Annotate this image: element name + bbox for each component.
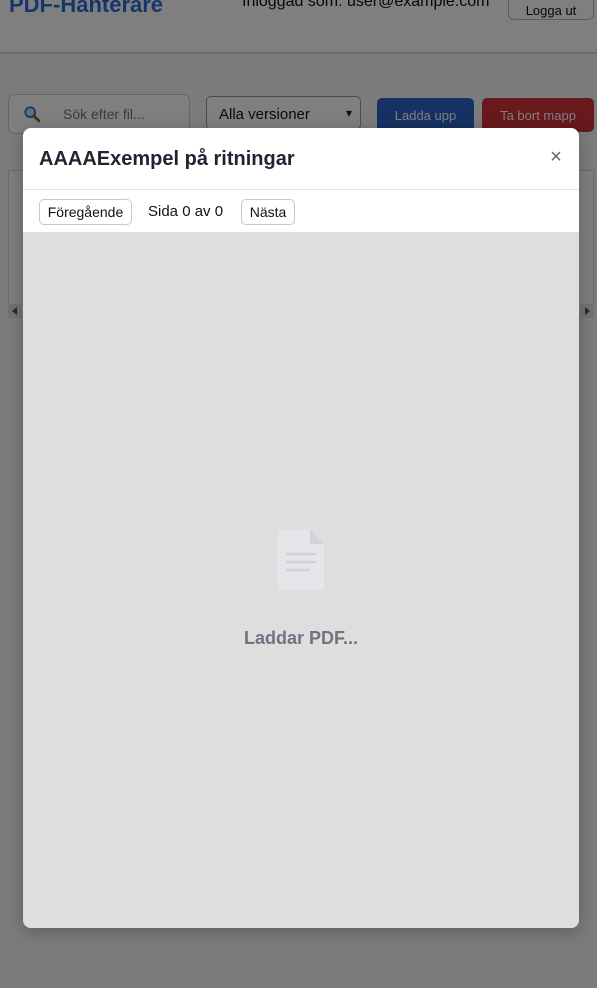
modal-title: AAAAExempel på ritningar — [39, 148, 295, 170]
document-icon — [278, 530, 324, 590]
previous-page-button[interactable]: Föregående — [39, 199, 132, 225]
pdf-viewer-area: Laddar PDF... — [23, 233, 579, 928]
pdf-viewer-modal: AAAAExempel på ritningar × Föregående Si… — [23, 128, 579, 928]
modal-header: AAAAExempel på ritningar × — [23, 128, 579, 190]
page-indicator: Sida 0 av 0 — [148, 203, 224, 220]
pager: Föregående Sida 0 av 0 Nästa — [23, 190, 579, 233]
next-page-button[interactable]: Nästa — [241, 199, 295, 225]
close-button[interactable]: × — [545, 146, 567, 168]
page: PDF-Hanterare Inloggad som: user@example… — [0, 0, 597, 988]
loading-text: Laddar PDF... — [243, 628, 359, 648]
